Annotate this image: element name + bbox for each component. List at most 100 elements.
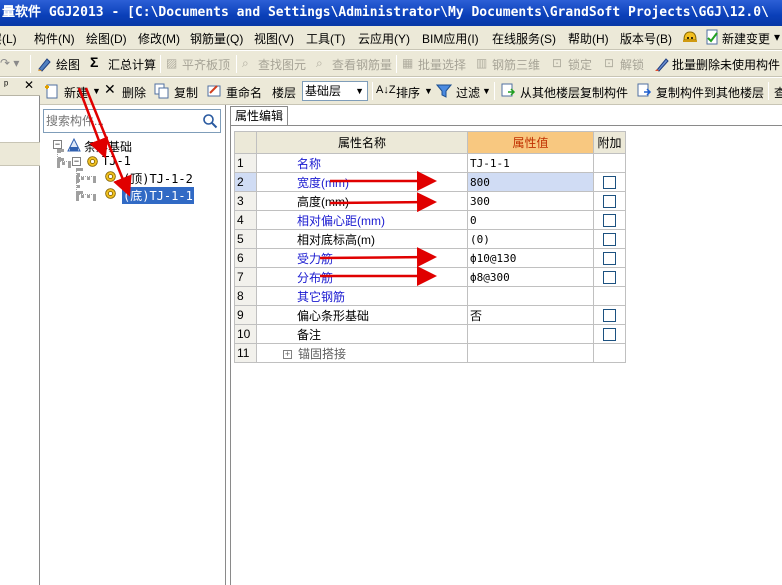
new-dropdown-arrow[interactable]: ▼ [92, 86, 101, 96]
toolbar-separator [160, 55, 161, 73]
chevron-down-icon[interactable]: ▼ [355, 82, 364, 100]
row-number: 6 [234, 248, 257, 268]
tab-property-edit[interactable]: 属性编辑 [230, 106, 288, 125]
tree-item-top[interactable]: (顶)TJ-1-2 [123, 170, 193, 187]
expand-plus-icon[interactable]: + [283, 349, 292, 359]
menu-view[interactable]: 视图(V) [254, 30, 294, 47]
flush-slab-button[interactable]: 平齐板顶 [182, 56, 230, 73]
toolbar-separator [372, 82, 373, 100]
column-header-add[interactable]: 附加 [593, 131, 626, 154]
property-value[interactable] [467, 324, 594, 344]
property-name: 宽度(mm) [256, 172, 468, 192]
search-input[interactable] [46, 111, 196, 131]
main-toolbar: ↷ ▾ 绘图 Σ 汇总计算 ▨ 平齐板顶 ⌕ 查找图元 ⌕ 查看钢筋量 ▦ 批量… [0, 51, 782, 77]
new-component-button[interactable]: 新建 [64, 84, 88, 101]
menu-cloud[interactable]: 云应用(Y) [358, 30, 410, 47]
view-rebar-button[interactable]: 查看钢筋量 [332, 56, 392, 73]
filter-button[interactable]: 过滤 [456, 84, 480, 101]
property-add-cell [593, 172, 626, 192]
delete-button[interactable]: 删除 [122, 84, 146, 101]
helmet-icon[interactable] [682, 29, 698, 45]
property-value[interactable]: TJ-1-1 [467, 153, 594, 173]
menu-floor[interactable]: 层(L) [0, 30, 17, 47]
sort-button[interactable]: 排序 [396, 84, 420, 101]
add-checkbox[interactable] [603, 252, 616, 266]
property-value[interactable]: 800 [467, 172, 594, 192]
property-value[interactable]: ф10@130 [467, 248, 594, 268]
add-checkbox[interactable] [603, 271, 616, 285]
add-checkbox[interactable] [603, 195, 616, 209]
tree-item-bottom-selected[interactable]: (底)TJ-1-1 [122, 187, 194, 204]
batch-select-button[interactable]: 批量选择 [418, 56, 466, 73]
draw-icon[interactable] [36, 56, 52, 72]
property-value[interactable]: ф8@300 [467, 267, 594, 287]
redo-icon[interactable]: ↷ ▾ [0, 56, 19, 70]
add-checkbox[interactable] [603, 233, 616, 247]
copy-button[interactable]: 复制 [174, 84, 198, 101]
table-row[interactable]: 11 + 锚固搭接 [234, 343, 626, 363]
batch-delete-unused-button[interactable]: 批量删除未使用构件 [672, 56, 780, 73]
property-value[interactable] [467, 286, 594, 306]
copy-from-other-floor-button[interactable]: 从其他楼层复制构件 [520, 84, 628, 101]
table-row[interactable]: 3 高度(mm) 300 [234, 191, 626, 211]
unlock-button[interactable]: 解锁 [620, 56, 644, 73]
table-row[interactable]: 5 相对底标高(m) (0) [234, 229, 626, 249]
menu-draw[interactable]: 绘图(D) [86, 30, 127, 47]
tree-group-label[interactable]: TJ-1 [102, 154, 131, 168]
property-name: 受力筋 [256, 248, 468, 268]
menu-overflow-dropdown[interactable]: ▾ [774, 30, 780, 44]
table-row[interactable]: 9 偏心条形基础 否 [234, 305, 626, 325]
sort-dropdown-arrow[interactable]: ▼ [424, 86, 433, 96]
lock-button[interactable]: 锁定 [568, 56, 592, 73]
floor-select[interactable]: 基础层 ▼ [302, 81, 368, 101]
table-row[interactable]: 10 备注 [234, 324, 626, 344]
left-dock-header: ᵖ ✕ [0, 78, 40, 96]
menu-tools[interactable]: 工具(T) [306, 30, 345, 47]
table-row[interactable]: 8 其它钢筋 [234, 286, 626, 306]
add-checkbox[interactable] [603, 328, 616, 342]
tree-collapse-root[interactable]: − [53, 140, 62, 149]
rename-button[interactable]: 重命名 [226, 84, 262, 101]
search-icon[interactable] [202, 113, 218, 129]
batch-delete-icon [655, 58, 669, 72]
add-checkbox[interactable] [603, 309, 616, 323]
menu-modify[interactable]: 修改(M) [138, 30, 180, 47]
menu-help[interactable]: 帮助(H) [568, 30, 609, 47]
property-name: 名称 [256, 153, 468, 173]
property-value[interactable]: 300 [467, 191, 594, 211]
property-value[interactable] [467, 343, 594, 363]
tree-collapse-group[interactable]: − [72, 157, 81, 166]
add-checkbox[interactable] [603, 214, 616, 228]
table-row[interactable]: 7 分布筋 ф8@300 [234, 267, 626, 287]
table-row[interactable]: 1 名称 TJ-1-1 [234, 153, 626, 173]
rebar-3d-button[interactable]: 钢筋三维 [492, 56, 540, 73]
property-add-cell [593, 248, 626, 268]
tree-root-label[interactable]: 条形基础 [84, 138, 132, 155]
property-value[interactable]: 0 [467, 210, 594, 230]
filter-dropdown-arrow[interactable]: ▼ [482, 86, 491, 96]
table-row[interactable]: 2 宽度(mm) 800 [234, 172, 626, 192]
table-row[interactable]: 6 受力筋 ф10@130 [234, 248, 626, 268]
column-header-value[interactable]: 属性值 [467, 131, 594, 154]
property-value[interactable]: 否 [467, 305, 594, 325]
pin-icon[interactable]: ᵖ [4, 79, 8, 91]
property-value[interactable]: (0) [467, 229, 594, 249]
summary-calc-button[interactable]: 汇总计算 [108, 56, 156, 73]
menu-component[interactable]: 构件(N) [34, 30, 75, 47]
menu-online-service[interactable]: 在线服务(S) [492, 30, 556, 47]
menu-bim[interactable]: BIM应用(I) [422, 30, 479, 47]
toolbar-overflow-item[interactable]: 查 [774, 84, 782, 101]
row-number: 10 [234, 324, 257, 344]
table-row[interactable]: 4 相对偏心距(mm) 0 [234, 210, 626, 230]
menu-rebar-quantity[interactable]: 钢筋量(Q) [190, 30, 243, 47]
property-name: 锚固搭接 [298, 346, 347, 361]
view-rebar-icon: ⌕ [316, 56, 323, 70]
new-change-button[interactable]: 新建变更 [722, 30, 770, 47]
column-header-name[interactable]: 属性名称 [256, 131, 468, 154]
add-checkbox[interactable] [603, 176, 616, 190]
copy-to-other-floor-button[interactable]: 复制构件到其他楼层 [656, 84, 764, 101]
close-icon[interactable]: ✕ [24, 78, 34, 92]
menu-version[interactable]: 版本号(B) [620, 30, 672, 47]
find-element-button[interactable]: 查找图元 [258, 56, 306, 73]
draw-button[interactable]: 绘图 [56, 56, 80, 73]
